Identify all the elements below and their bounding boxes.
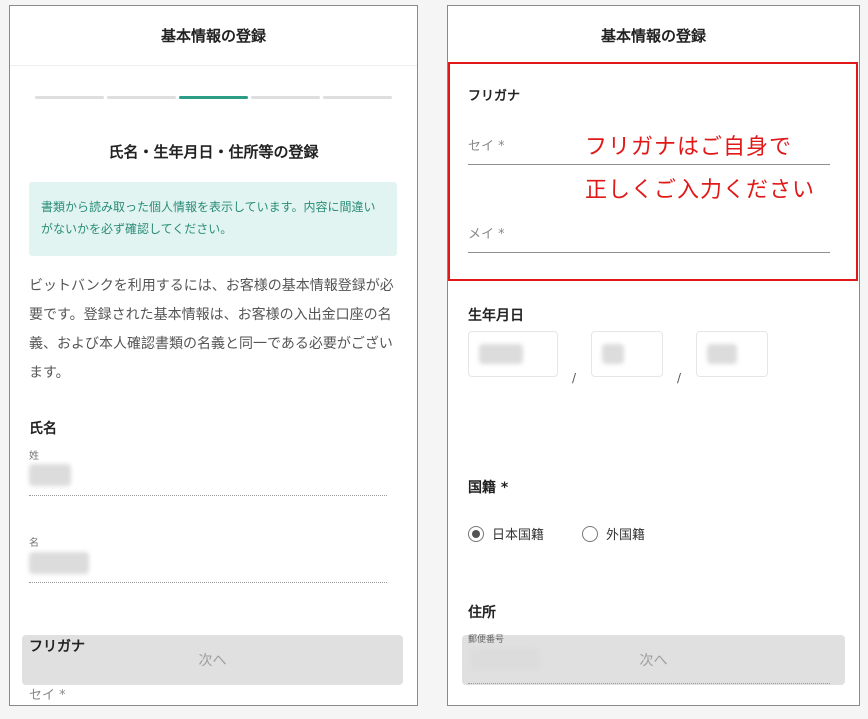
postal-code-value-redacted xyxy=(470,648,540,670)
progress-step xyxy=(251,96,320,99)
progress-step xyxy=(35,96,104,99)
radio-label: 外国籍 xyxy=(606,528,646,543)
last-name-field[interactable] xyxy=(29,495,387,496)
postal-code-label: 郵便番号 xyxy=(468,635,505,645)
birth-month-value-redacted xyxy=(602,344,624,364)
furigana-title: フリガナ xyxy=(468,89,521,104)
name-group-title: 氏名 xyxy=(29,421,57,437)
page-title: 基本情報の登録 xyxy=(600,27,706,45)
postal-code-field[interactable] xyxy=(468,683,830,684)
next-button-label: 次へ xyxy=(198,653,227,669)
progress-step xyxy=(323,96,392,99)
nationality-option-foreign[interactable]: 外国籍 xyxy=(582,524,645,543)
sei-label: セイ * xyxy=(468,139,505,154)
progress-step-current xyxy=(179,96,248,99)
radio-selected-icon[interactable] xyxy=(468,525,484,542)
first-name-label: 名 xyxy=(29,538,39,549)
info-notice: 書類から読み取った個人情報を表示しています。内容に間違いがないかを必ず確認してく… xyxy=(29,182,397,256)
birth-year-value-redacted xyxy=(479,344,523,364)
birth-day-value-redacted xyxy=(707,344,737,364)
date-separator: / xyxy=(572,371,577,385)
first-name-field[interactable] xyxy=(29,582,387,583)
progress-step xyxy=(107,96,176,99)
right-screen: 基本情報の登録 フリガナ セイ * フリガナはご自身で 正しくご入力ください メ… xyxy=(447,5,860,706)
birth-month-input[interactable] xyxy=(591,331,663,377)
page-title: 基本情報の登録 xyxy=(10,6,417,66)
mei-input[interactable] xyxy=(468,252,830,253)
nationality-option-japan[interactable]: 日本国籍 xyxy=(468,524,544,543)
annotation-line-2: 正しくご入力ください xyxy=(585,178,816,203)
furigana-title: フリガナ xyxy=(29,639,85,655)
sei-label: セイ * xyxy=(29,688,66,703)
description-text: ビットバンクを利用するには、お客様の基本情報登録が必要です。登録された基本情報は… xyxy=(29,278,394,381)
date-separator: / xyxy=(677,371,682,385)
sei-input[interactable] xyxy=(468,164,830,165)
address-title: 住所 xyxy=(468,605,496,621)
progress-steps xyxy=(35,96,392,99)
birth-day-input[interactable] xyxy=(696,331,768,377)
first-name-value-redacted xyxy=(29,552,89,574)
birth-year-input[interactable] xyxy=(468,331,558,377)
last-name-value-redacted xyxy=(29,464,71,486)
radio-unselected-icon[interactable] xyxy=(582,525,598,542)
birthdate-title: 生年月日 xyxy=(468,308,524,324)
last-name-label: 姓 xyxy=(29,451,39,462)
nationality-title: 国籍 * xyxy=(468,480,509,496)
mei-label: メイ * xyxy=(468,227,505,242)
radio-label: 日本国籍 xyxy=(492,528,545,543)
section-title: 氏名・生年月日・住所等の登録 xyxy=(108,143,319,161)
next-button-label: 次へ xyxy=(639,653,668,669)
left-screen: 基本情報の登録 氏名・生年月日・住所等の登録 書類から読み取った個人情報を表示し… xyxy=(9,5,418,706)
annotation-line-1: フリガナはご自身で xyxy=(585,135,793,160)
